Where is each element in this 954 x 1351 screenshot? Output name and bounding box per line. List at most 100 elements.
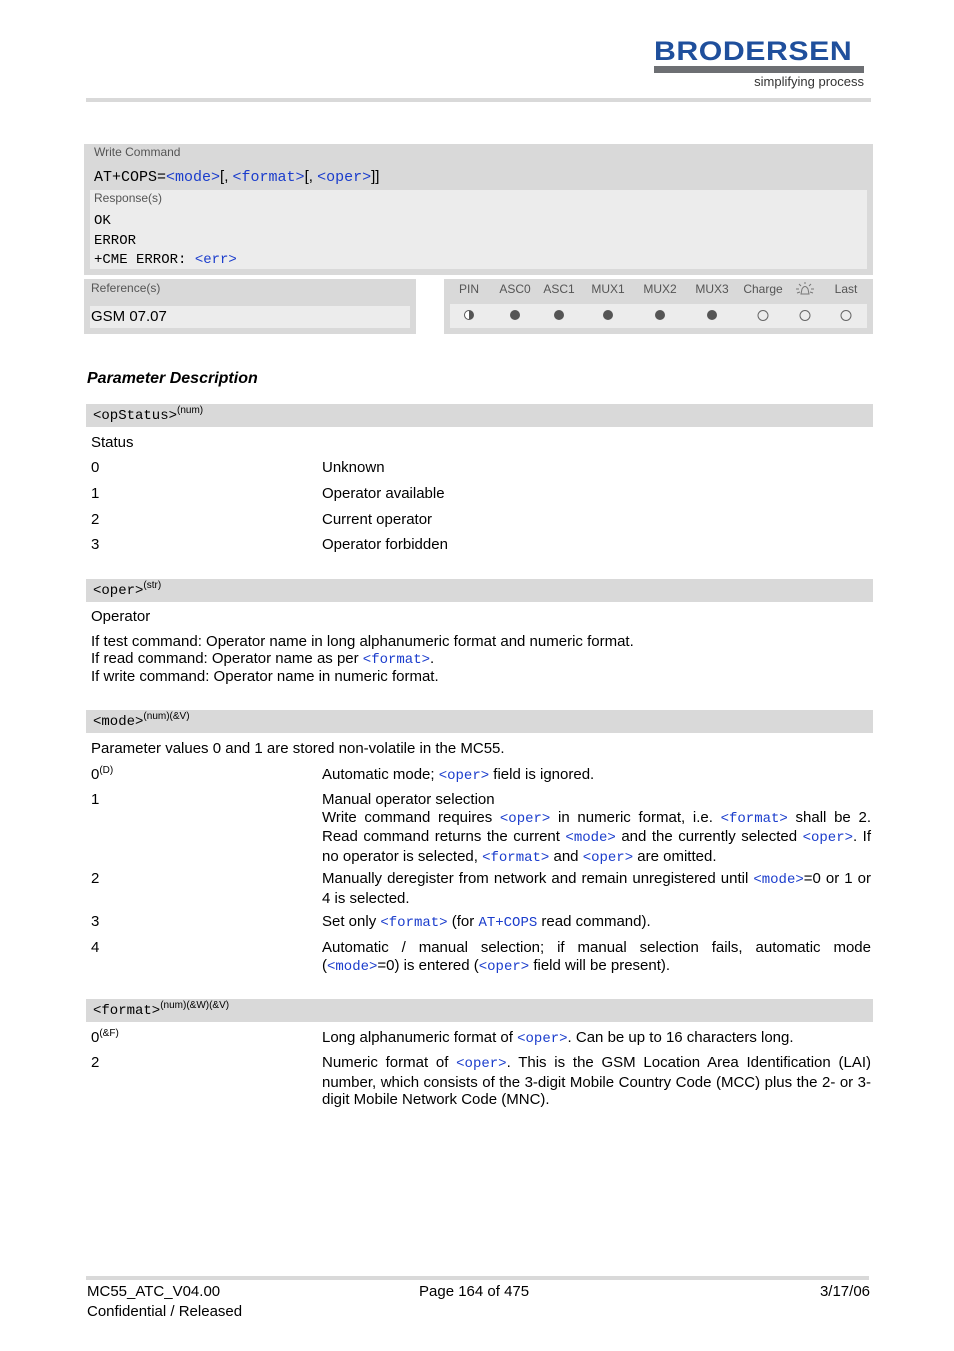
format-link[interactable]: <format> xyxy=(233,169,305,186)
oper-link[interactable]: <oper> xyxy=(479,959,529,975)
text: and the currently selected xyxy=(615,828,803,845)
text: . Can be up to 16 characters long. xyxy=(567,1029,794,1046)
mode-value-text: Automatic mode; <oper> field is ignored. xyxy=(322,766,871,786)
factory-default-marker: (&F) xyxy=(99,1028,119,1039)
text: Set only xyxy=(322,913,381,930)
reference-label: Reference(s) xyxy=(91,281,161,295)
response-error: ERROR xyxy=(94,233,137,249)
param-type: (num)(&V) xyxy=(143,711,190,722)
text: and xyxy=(549,847,583,865)
mode-value: 0(D) xyxy=(91,766,113,784)
reference-box: Reference(s) GSM 07.07 xyxy=(84,279,416,334)
param-name-oper: <oper>(str) xyxy=(93,580,162,600)
asc1-support-indicator xyxy=(554,310,564,320)
column-last: Last xyxy=(834,282,858,296)
param-name-opstatus: <opStatus>(num) xyxy=(93,405,204,425)
column-mux1: MUX1 xyxy=(591,282,625,296)
param-type: (str) xyxy=(143,580,162,591)
support-indicator-row xyxy=(450,304,867,328)
text: =0) is entered ( xyxy=(377,956,479,974)
oper-read-suffix: . xyxy=(430,650,435,667)
param-header-format: <format>(num)(&W)(&V) xyxy=(86,999,873,1022)
opstatus-value-text: Current operator xyxy=(322,511,433,528)
oper-link[interactable]: <oper> xyxy=(803,830,853,846)
format-value: 0(&F) xyxy=(91,1029,119,1047)
cme-error-text: +CME ERROR: xyxy=(94,252,195,268)
mode-value-text: Set only <format> (for AT+COPS read comm… xyxy=(322,913,871,933)
logo-tagline: simplifying process xyxy=(754,74,864,89)
oper-link[interactable]: <oper> xyxy=(517,1031,567,1047)
param-header-oper: <oper>(str) xyxy=(86,579,873,602)
responses-box: Response(s) OK ERROR +CME ERROR: <err> xyxy=(90,190,867,269)
last-support-indicator xyxy=(840,310,852,321)
mode-link[interactable]: <mode> xyxy=(327,959,377,975)
text: Manual operator selection xyxy=(322,791,495,808)
err-link[interactable]: <err> xyxy=(195,252,237,268)
text: Automatic mode; xyxy=(322,766,439,783)
column-asc1: ASC1 xyxy=(543,282,575,296)
mux3-support-indicator xyxy=(707,310,717,320)
param-name-text: <format> xyxy=(93,1003,161,1019)
oper-description: Operator xyxy=(91,608,151,625)
mode-link[interactable]: <mode> xyxy=(753,872,803,888)
param-name-text: <oper> xyxy=(93,583,144,599)
oper-link[interactable]: <oper> xyxy=(439,768,489,784)
oper-test-note: If test command: Operator name in long a… xyxy=(91,633,634,650)
syntax-suffix: ]] xyxy=(371,168,380,185)
format-link[interactable]: <format> xyxy=(363,652,430,668)
mode-value-text: Manually deregister from network and rem… xyxy=(322,870,871,907)
oper-write-note: If write command: Operator name in numer… xyxy=(91,668,439,685)
mode-link[interactable]: <mode> xyxy=(166,169,220,186)
text: Write command requires xyxy=(322,808,500,826)
format-link[interactable]: <format> xyxy=(482,850,549,866)
column-asc0: ASC0 xyxy=(499,282,531,296)
charge-support-indicator xyxy=(757,310,769,321)
reference-value: GSM 07.07 xyxy=(91,308,167,325)
format-value-text: Long alphanumeric format of <oper>. Can … xyxy=(322,1029,871,1049)
opstatus-value: 1 xyxy=(91,485,100,502)
text: Numeric format of xyxy=(322,1054,457,1071)
brodersen-logo: BRODERSEN simplifying process xyxy=(652,38,866,90)
text: are omitted. xyxy=(633,847,717,865)
alarm-icon xyxy=(795,281,815,302)
syntax-sep: [, xyxy=(304,168,318,185)
logo-wordmark: BRODERSEN xyxy=(654,36,853,66)
text: (for xyxy=(447,913,479,930)
format-link[interactable]: <format> xyxy=(721,811,788,827)
opstatus-value: 0 xyxy=(91,459,100,476)
header-divider xyxy=(86,98,871,102)
support-matrix: PIN ASC0 ASC1 MUX1 MUX2 MUX3 Charge Last xyxy=(444,279,873,334)
oper-link[interactable]: <oper> xyxy=(317,169,371,186)
text: Long alphanumeric format of xyxy=(322,1029,518,1046)
mux1-support-indicator xyxy=(603,310,613,320)
column-charge: Charge xyxy=(743,282,783,296)
column-mux2: MUX2 xyxy=(643,282,677,296)
at-cops-link[interactable]: AT+COPS xyxy=(478,915,537,931)
mux2-support-indicator xyxy=(655,310,665,320)
reference-value-box: GSM 07.07 xyxy=(90,306,410,328)
default-marker: (D) xyxy=(99,765,114,776)
footer-date: 3/17/06 xyxy=(819,1283,870,1300)
asc0-support-indicator xyxy=(510,310,520,320)
mode-value: 4 xyxy=(91,939,100,956)
column-mux3: MUX3 xyxy=(695,282,729,296)
format-link[interactable]: <format> xyxy=(380,915,447,931)
opstatus-value: 2 xyxy=(91,511,100,528)
footer-page-number: Page 164 of 475 xyxy=(419,1283,530,1300)
opstatus-value: 3 xyxy=(91,536,100,553)
oper-read-note: If read command: Operator name as per <f… xyxy=(91,650,434,670)
oper-link[interactable]: <oper> xyxy=(500,811,550,827)
opstatus-value-text: Operator forbidden xyxy=(322,536,448,553)
param-header-opstatus: <opStatus>(num) xyxy=(86,404,873,427)
footer-divider xyxy=(86,1276,869,1280)
response-ok: OK xyxy=(94,213,111,229)
param-type: (num) xyxy=(177,405,204,416)
oper-link[interactable]: <oper> xyxy=(583,850,633,866)
oper-link[interactable]: <oper> xyxy=(456,1056,506,1072)
mode-value-text: Automatic / manual selection; if manual … xyxy=(322,939,871,976)
mode-value: 2 xyxy=(91,870,100,887)
alarm-support-indicator xyxy=(799,310,811,321)
mode-link[interactable]: <mode> xyxy=(565,830,615,846)
mode-note: Parameter values 0 and 1 are stored non-… xyxy=(91,740,505,757)
opstatus-value-text: Operator available xyxy=(322,485,445,502)
